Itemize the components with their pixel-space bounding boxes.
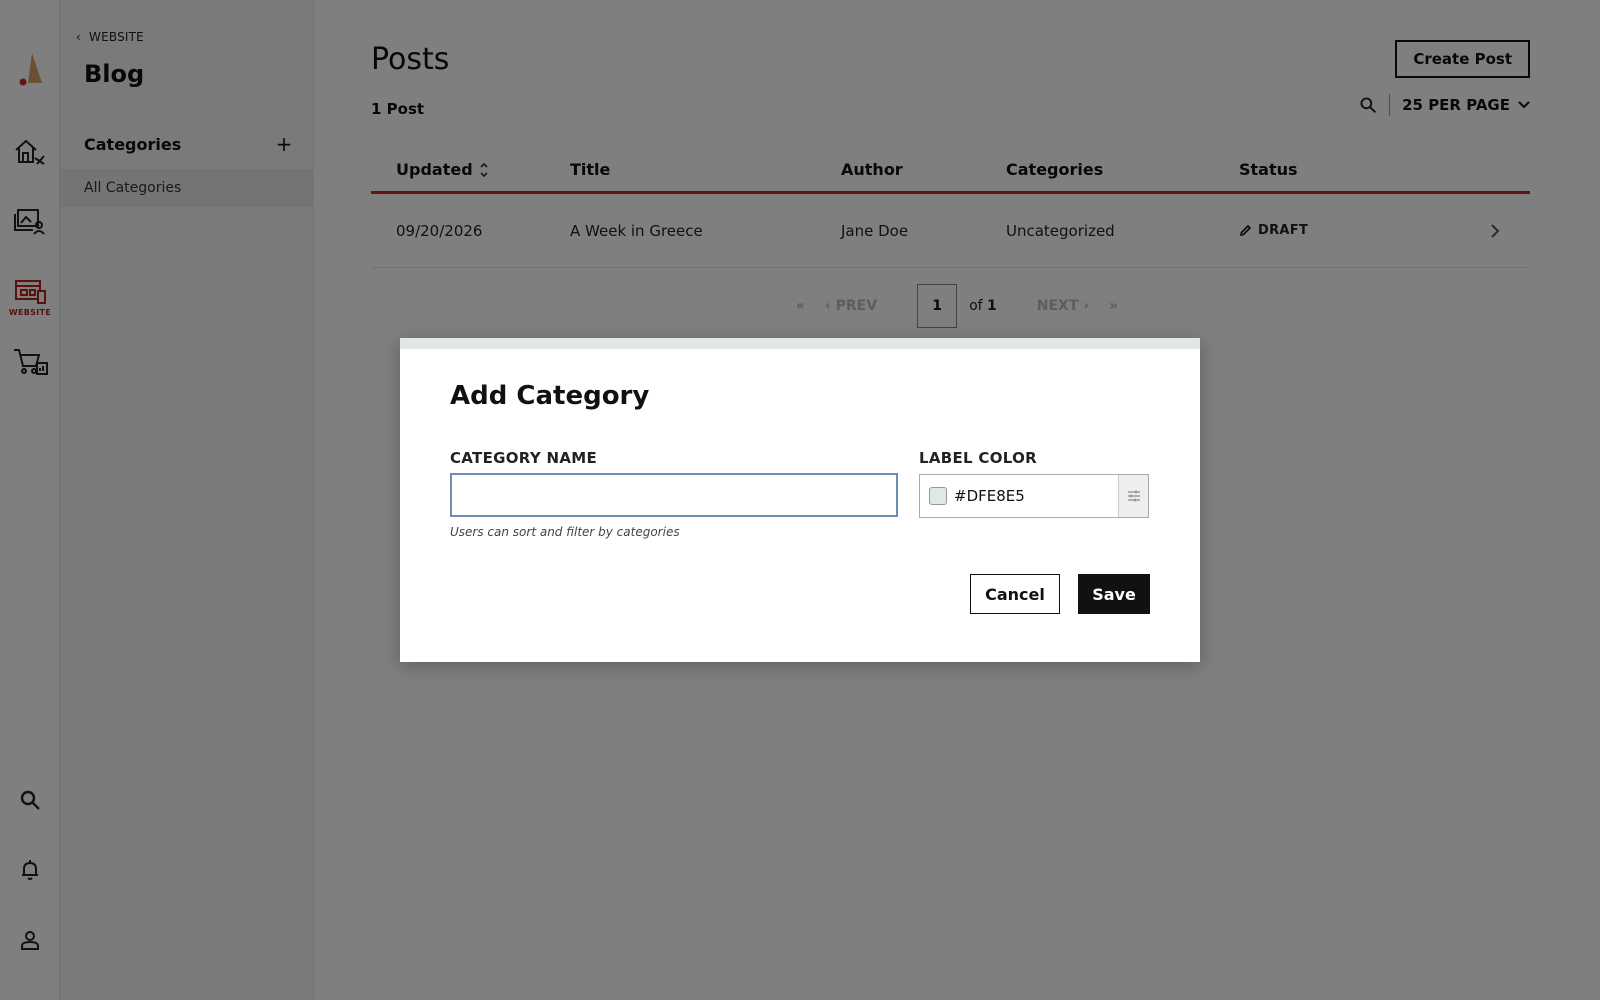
category-name-help: Users can sort and filter by categories (450, 525, 680, 539)
add-category-dialog: Add Category CATEGORY NAME Users can sor… (400, 338, 1200, 662)
category-name-label: CATEGORY NAME (450, 449, 598, 467)
color-picker-button[interactable] (1118, 475, 1148, 517)
dialog-title: Add Category (450, 381, 650, 411)
label-color-field[interactable]: #DFE8E5 (919, 474, 1149, 518)
label-color-value: #DFE8E5 (954, 487, 1025, 505)
category-name-input[interactable] (450, 473, 898, 517)
label-color-label: LABEL COLOR (919, 449, 1038, 467)
sliders-icon (1127, 490, 1140, 502)
save-button[interactable]: Save (1078, 574, 1150, 614)
color-swatch[interactable] (929, 487, 947, 505)
cancel-button[interactable]: Cancel (970, 574, 1060, 614)
